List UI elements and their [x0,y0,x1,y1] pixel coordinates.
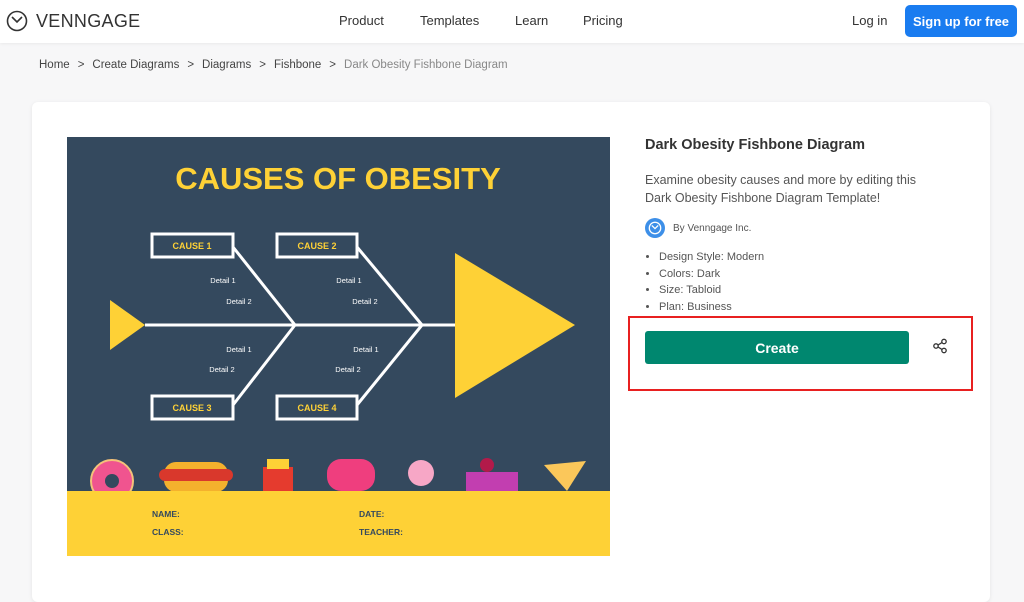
detail: Detail 2 [352,297,377,306]
macaron-icon [327,459,375,491]
breadcrumb-home[interactable]: Home [39,59,70,71]
nav-product[interactable]: Product [339,13,384,28]
breadcrumb-current: Dark Obesity Fishbone Diagram [344,59,508,71]
cake-icon [466,472,518,492]
property-size: Size: Tabloid [659,282,764,299]
breadcrumb-fishbone[interactable]: Fishbone [274,59,321,71]
venngage-logo[interactable]: VENNGAGE [6,10,140,32]
venngage-logo-icon [6,10,28,32]
breadcrumb-create-diagrams[interactable]: Create Diagrams [92,59,179,71]
signup-button[interactable]: Sign up for free [905,5,1017,37]
share-icon[interactable] [932,338,948,354]
property-design-style: Design Style: Modern [659,249,764,266]
breadcrumb-separator: > [329,59,337,71]
template-description: Examine obesity causes and more by editi… [645,173,916,205]
date-field: DATE: [359,509,385,519]
create-button[interactable]: Create [645,331,909,364]
author: By Venngage Inc. [645,218,751,238]
template-properties: Design Style: Modern Colors: Dark Size: … [659,249,764,315]
fries-icon [263,467,293,491]
author-name: By Venngage Inc. [673,222,752,234]
template-footer [67,491,610,556]
teacher-field: TEACHER: [359,527,403,537]
login-link[interactable]: Log in [852,13,887,28]
property-colors: Colors: Dark [659,266,764,283]
cause-1: CAUSE 1 [172,241,211,251]
template-preview[interactable]: CAUSES OF OBESITY CAUSE 1 CAUSE 2 CAUSE … [67,137,610,556]
nav-templates[interactable]: Templates [420,13,479,28]
breadcrumb: Home > Create Diagrams > Diagrams > Fishbon… [39,59,508,71]
class-field: CLASS: [152,527,184,537]
detail: Detail 2 [209,365,234,374]
nav-learn[interactable]: Learn [515,13,548,28]
breadcrumb-separator: > [187,59,195,71]
detail: Detail 2 [335,365,360,374]
venngage-logo-icon [648,221,662,235]
detail: Detail 1 [336,276,361,285]
author-avatar [645,218,665,238]
template-heading: CAUSES OF OBESITY [175,161,501,196]
breadcrumb-diagrams[interactable]: Diagrams [202,59,251,71]
breadcrumb-separator: > [259,59,266,71]
detail: Detail 2 [226,297,251,306]
property-plan: Plan: Business [659,299,764,316]
cupcake-icon [408,460,434,486]
cause-3: CAUSE 3 [172,403,211,413]
name-field: NAME: [152,509,180,519]
breadcrumb-separator: > [77,59,85,71]
detail: Detail 1 [226,345,251,354]
top-nav: VENNGAGE Product Templates Learn Pricing… [0,0,1024,43]
detail: Detail 1 [210,276,235,285]
template-title: Dark Obesity Fishbone Diagram [645,137,865,153]
brand-name: VENNGAGE [36,10,141,31]
detail: Detail 1 [353,345,378,354]
cause-4: CAUSE 4 [297,403,336,413]
nav-pricing[interactable]: Pricing [583,13,623,28]
cause-2: CAUSE 2 [297,241,336,251]
